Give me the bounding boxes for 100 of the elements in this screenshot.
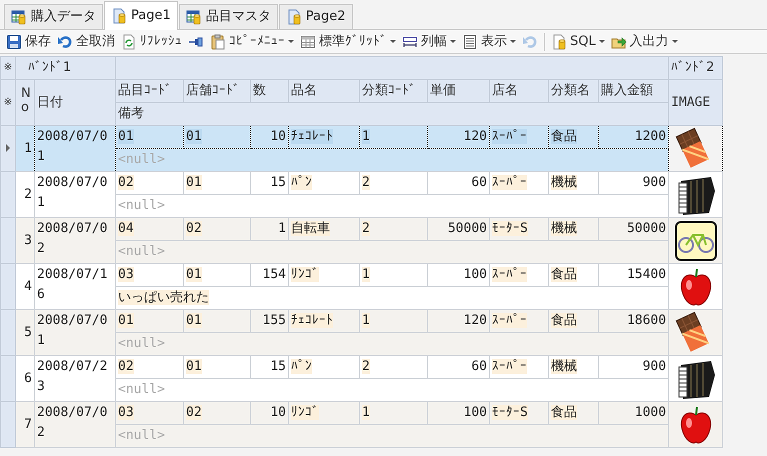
table-cell: 10 [250, 402, 288, 424]
table-cell: 01 [184, 172, 250, 194]
table-cell: <null> [116, 148, 669, 172]
table-cell: ﾊﾟﾝ [288, 172, 360, 194]
table-cell: 1200 [598, 126, 669, 148]
table-cell: 01 [116, 126, 184, 148]
table-cell: ｽｰﾊﾟｰ [490, 310, 548, 332]
table-cell: 機械 [548, 218, 598, 240]
band-header: ﾊﾞﾝﾄﾞ2 [668, 56, 723, 80]
table-cell: 120 [428, 310, 490, 332]
table-cell: 02 [184, 402, 250, 424]
database-document-icon [551, 34, 567, 50]
column-header: 品名 [288, 80, 360, 102]
table-icon [186, 9, 202, 25]
table-cell: 2008/07/01 [34, 126, 116, 172]
table-cell: 02 [116, 172, 184, 194]
column-header: 店名 [490, 80, 548, 102]
tab[interactable]: 品目マスタ [178, 4, 278, 29]
table-cell: ﾁｪｺﾚｰﾄ [288, 310, 360, 332]
table-cell: 900 [598, 172, 669, 194]
column-header: 購入金額 [598, 80, 669, 102]
table-cell: 02 [116, 356, 184, 378]
table-cell: 01 [184, 356, 250, 378]
table-cell: 1 [250, 218, 288, 240]
column-header: IMAGE [668, 80, 723, 126]
column-header: No [16, 80, 34, 126]
document-icon [286, 9, 302, 25]
column-header: 備考 [116, 102, 669, 126]
header-mark: ※ [0, 56, 16, 80]
table-cell: 1000 [598, 402, 669, 424]
row-number: 2 [16, 172, 34, 218]
toolbar-button[interactable]: ｺﾋﾟｰﾒﾆｭｰ [207, 30, 297, 52]
toolbar-button[interactable]: 表示 [459, 30, 519, 52]
table-cell: ﾁｪｺﾚｰﾄ [288, 126, 360, 148]
tab[interactable]: 購入データ [4, 4, 103, 29]
row-number: 4 [16, 264, 34, 310]
table-cell: 155 [250, 310, 288, 332]
toolbar-button[interactable]: 列幅 [399, 30, 459, 52]
table-cell: 900 [598, 356, 669, 378]
table-cell: 食品 [548, 264, 598, 286]
table-cell: 03 [116, 264, 184, 286]
tab[interactable]: Page1 [104, 1, 178, 30]
table-cell: 18600 [598, 310, 669, 332]
table-cell: 2008/07/01 [34, 172, 116, 218]
row-number: 1 [16, 126, 34, 172]
table-cell: ﾊﾟﾝ [288, 356, 360, 378]
table-cell: 食品 [548, 402, 598, 424]
table-cell: 154 [250, 264, 288, 286]
table-cell: <null> [116, 194, 669, 218]
table-cell: 100 [428, 402, 490, 424]
table-cell: 2008/07/02 [34, 402, 116, 448]
table-cell: 機械 [548, 172, 598, 194]
table-cell: 15400 [598, 264, 669, 286]
table-cell: 60 [428, 356, 490, 378]
table-cell: ｽｰﾊﾟｰ [490, 126, 548, 148]
table-cell: 機械 [548, 356, 598, 378]
tab[interactable]: Page2 [278, 4, 352, 29]
row-pointer-icon [6, 144, 10, 152]
toolbar-button[interactable]: ﾘﾌﾚｯｼｭ [118, 30, 185, 52]
row-number: 6 [16, 356, 34, 402]
table-cell: 食品 [548, 310, 598, 332]
toolbar-button[interactable]: 保存 [3, 30, 54, 52]
table-cell: 100 [428, 264, 490, 286]
table-cell: ﾓｰﾀｰS [490, 402, 548, 424]
table-cell: 2008/07/16 [34, 264, 116, 310]
table-icon [11, 9, 27, 25]
table-cell: 60 [428, 172, 490, 194]
header-mark: ※ [0, 80, 16, 126]
table-cell: 15 [250, 172, 288, 194]
table-cell: 1 [360, 264, 428, 286]
table-cell: 10 [250, 126, 288, 148]
table-cell: 120 [428, 126, 490, 148]
toolbar-button[interactable]: SQL [548, 30, 608, 52]
row-number: 7 [16, 402, 34, 448]
table-cell: ｽｰﾊﾟｰ [490, 264, 548, 286]
undo-icon [57, 34, 73, 50]
table-cell: 03 [116, 402, 184, 424]
table-cell: ﾘﾝｺﾞ [288, 402, 360, 424]
table-cell: 01 [184, 126, 250, 148]
table-cell: 2008/07/02 [34, 218, 116, 264]
refresh-icon [121, 34, 137, 50]
table-cell: いっぱい売れた [116, 286, 669, 310]
table-cell: ｽｰﾊﾟｰ [490, 172, 548, 194]
table-cell: 2 [360, 218, 428, 240]
table-cell: 02 [184, 218, 250, 240]
band-header: ﾊﾞﾝﾄﾞ1 [16, 56, 116, 80]
toolbar-button[interactable]: 標準ｸﾞﾘｯﾄﾞ [297, 30, 399, 52]
table-cell: 1 [360, 402, 428, 424]
table-cell: 01 [184, 310, 250, 332]
table-cell: 15 [250, 356, 288, 378]
toolbar-button[interactable]: 入出力 [608, 30, 681, 52]
row-number: 5 [16, 310, 34, 356]
save-icon [6, 34, 22, 50]
table-cell: <null> [116, 424, 669, 448]
table-cell: 2008/07/01 [34, 310, 116, 356]
table-cell: 50000 [598, 218, 669, 240]
table-cell: 01 [116, 310, 184, 332]
column-header: 日付 [34, 80, 116, 126]
toolbar-button[interactable]: 全取消 [54, 30, 118, 52]
table-cell: 2 [360, 172, 428, 194]
